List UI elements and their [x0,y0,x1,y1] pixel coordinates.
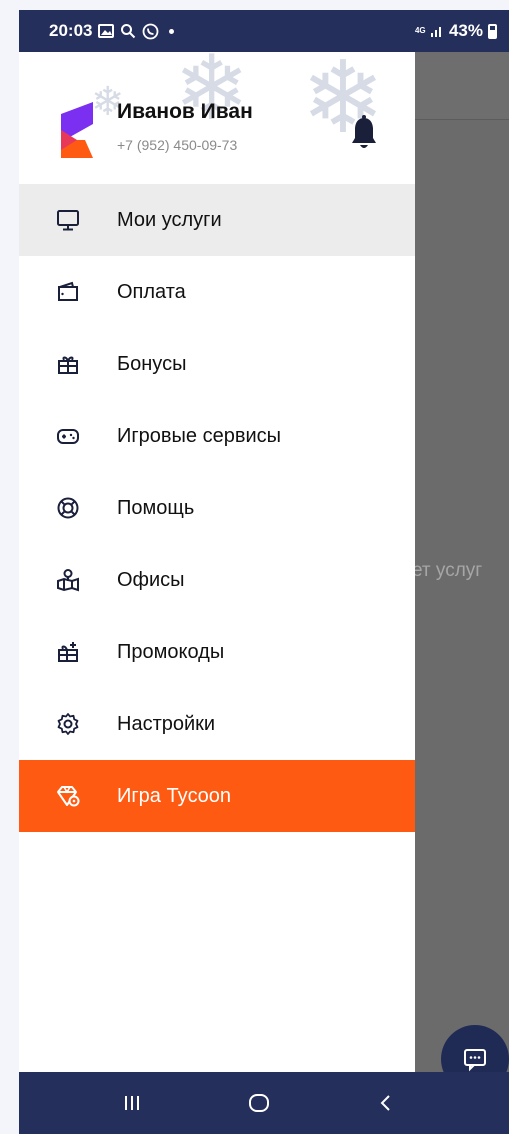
menu-label: Мои услуги [117,208,222,231]
recent-apps-button[interactable] [112,1083,152,1123]
user-name: Иванов Иван [117,100,253,123]
back-button[interactable] [366,1083,406,1123]
system-nav-bar [19,1072,509,1134]
menu-label: Игра Tycoon [117,784,231,807]
menu-label: Бонусы [117,352,187,375]
drawer-menu: Мои услуги Оплата Бонусы Игровые сервисы… [19,184,415,832]
menu-label: Промокоды [117,640,225,663]
battery-percent: 43% [448,21,483,40]
home-button[interactable] [239,1083,279,1123]
viber-icon [143,23,159,39]
back-icon [380,1095,390,1111]
map-pin-icon [55,567,81,593]
network-type: 4G [414,26,426,35]
brand-logo [61,102,93,158]
menu-item-offices[interactable]: Офисы [19,544,415,616]
diamond-icon [55,783,81,809]
bell-icon[interactable] [350,114,378,152]
gift-icon [55,351,81,377]
monitor-icon [55,207,81,233]
phone-screen: ет услуг 20:03 4G 43% ❄ ❄ ❄ Иванов Иван … [19,10,509,1134]
menu-item-bonuses[interactable]: Бонусы [19,328,415,400]
menu-item-tycoon-game[interactable]: Игра Tycoon [19,760,415,832]
recent-apps-icon [125,1096,140,1110]
wallet-icon [55,279,81,305]
search-icon [121,24,136,39]
menu-item-game-services[interactable]: Игровые сервисы [19,400,415,472]
promo-gift-icon [55,639,81,665]
background-empty-text: ет услуг [412,560,483,581]
signal-icon [430,27,441,37]
status-bar: 20:03 4G 43% [19,10,509,52]
chat-icon [464,1049,486,1072]
user-phone: +7 (952) 450-09-73 [117,137,238,153]
menu-item-settings[interactable]: Настройки [19,688,415,760]
menu-item-my-services[interactable]: Мои услуги [19,184,415,256]
menu-label: Офисы [117,568,185,591]
menu-label: Помощь [117,496,195,519]
status-time: 20:03 [49,21,93,40]
menu-item-help[interactable]: Помощь [19,472,415,544]
home-icon [248,1094,269,1112]
drawer-header: ❄ ❄ ❄ Иванов Иван +7 (952) 450-09-73 [19,52,415,184]
navigation-drawer: ❄ ❄ ❄ Иванов Иван +7 (952) 450-09-73 Мои… [19,52,415,1072]
gamepad-icon [55,423,81,449]
lifebuoy-icon [55,495,81,521]
status-dot [169,28,175,34]
menu-label: Оплата [117,280,186,303]
menu-label: Игровые сервисы [117,424,282,447]
gallery-icon [98,24,115,38]
battery-icon [488,23,497,39]
menu-item-payment[interactable]: Оплата [19,256,415,328]
gear-icon [55,711,81,737]
menu-item-promocodes[interactable]: Промокоды [19,616,415,688]
menu-label: Настройки [117,712,216,735]
